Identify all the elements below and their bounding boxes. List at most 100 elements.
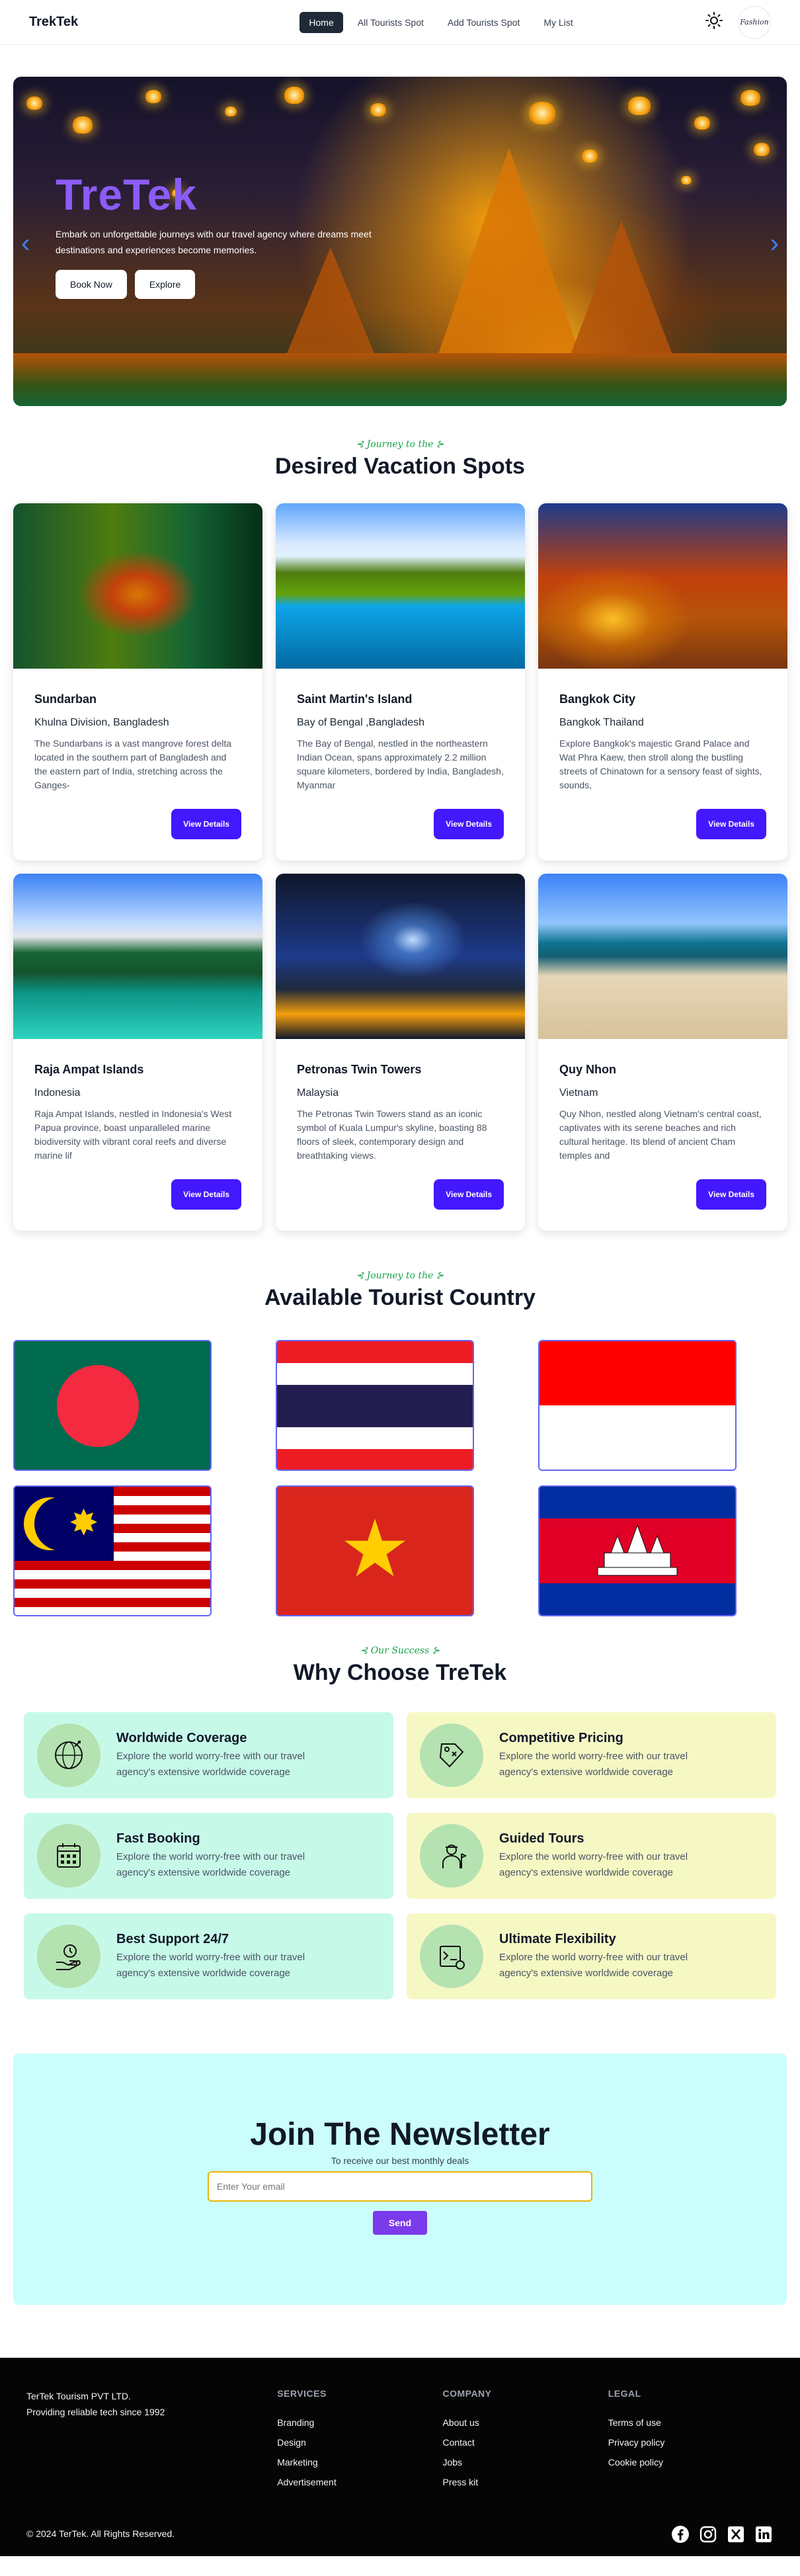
vietnam-flag[interactable]: ★	[276, 1485, 474, 1616]
bangladesh-flag[interactable]	[13, 1340, 212, 1471]
spots-subtitle: ⊰ Journey to the ⊱	[356, 439, 444, 450]
footer-link[interactable]: Jobs	[442, 2457, 608, 2468]
lantern-decoration	[681, 176, 692, 185]
calendar-icon	[37, 1824, 100, 1888]
spot-image-bangkok	[538, 503, 787, 669]
spot-location: Bay of Bengal ,Bangladesh	[297, 717, 425, 728]
spot-card: Bangkok City Bangkok Thailand Explore Ba…	[538, 503, 787, 860]
spot-location: Vietnam	[559, 1087, 598, 1099]
feature-card: Fast Booking Explore the world worry-fre…	[24, 1813, 393, 1899]
feature-text: Explore the world worry-free with our tr…	[499, 1951, 688, 1979]
feature-card: Competitive Pricing Explore the world wo…	[407, 1712, 776, 1798]
flexibility-icon	[420, 1925, 483, 1988]
thailand-flag[interactable]	[276, 1340, 474, 1471]
spot-description: Raja Ampat Islands, nestled in Indonesia…	[34, 1108, 232, 1161]
view-details-button[interactable]: View Details	[696, 809, 766, 839]
footer-link[interactable]: Privacy policy	[608, 2437, 774, 2448]
newsletter-email-input[interactable]	[208, 2171, 592, 2202]
view-details-button[interactable]: View Details	[171, 809, 241, 839]
hero-title: TreTek	[56, 170, 197, 219]
x-icon[interactable]	[726, 2524, 746, 2544]
footer-link[interactable]: Design	[277, 2437, 442, 2448]
feature-text: Explore the world worry-free with our tr…	[116, 1750, 305, 1778]
user-avatar[interactable]: Fashion	[738, 5, 771, 39]
footer-link[interactable]: About us	[442, 2417, 608, 2428]
feature-title: Worldwide Coverage	[116, 1730, 247, 1745]
footer: TerTek Tourism PVT LTD. Providing reliab…	[0, 2358, 800, 2556]
view-details-button[interactable]: View Details	[434, 1179, 504, 1210]
instagram-icon[interactable]	[698, 2524, 718, 2544]
nav-link-home[interactable]: Home	[300, 11, 343, 33]
view-details-button[interactable]: View Details	[696, 1179, 766, 1210]
footer-copyright: © 2024 TerTek. All Rights Reserved.	[26, 2528, 175, 2539]
feature-card: Ultimate Flexibility Explore the world w…	[407, 1913, 776, 1999]
facebook-icon[interactable]	[670, 2524, 690, 2544]
explore-button[interactable]: Explore	[134, 270, 196, 299]
view-details-button[interactable]: View Details	[171, 1179, 241, 1210]
footer-brand: TerTek Tourism PVT LTD. Providing reliab…	[26, 2388, 277, 2487]
malaysia-flag[interactable]: ✸	[13, 1485, 212, 1616]
countries-title: Available Tourist Country	[264, 1285, 536, 1310]
spot-location: Indonesia	[34, 1087, 81, 1099]
spot-card: Saint Martin's Island Bay of Bengal ,Ban…	[276, 503, 525, 860]
spot-image-sundarban	[13, 503, 262, 669]
spot-description: The Bay of Bengal, nestled in the northe…	[297, 738, 504, 790]
footer-link[interactable]: Contact	[442, 2437, 608, 2448]
footer-link[interactable]: Press kit	[442, 2477, 608, 2487]
spot-image-saint-martin	[276, 503, 525, 669]
spot-title: Bangkok City	[559, 692, 636, 706]
support-icon	[37, 1925, 100, 1988]
newsletter-send-button[interactable]: Send	[373, 2211, 427, 2235]
nav-link-all-spots[interactable]: All Tourists Spot	[348, 12, 433, 33]
why-subtitle: ⊰ Our Success ⊱	[360, 1645, 440, 1656]
footer-column-title: Company	[442, 2388, 492, 2399]
book-now-button[interactable]: Book Now	[56, 270, 127, 299]
social-links	[670, 2524, 774, 2544]
spot-image-raja-ampat	[13, 874, 262, 1039]
lantern-decoration	[694, 116, 710, 130]
footer-column-company: Company About us Contact Jobs Press kit	[442, 2388, 608, 2487]
spot-card: Quy Nhon Vietnam Quy Nhon, nestled along…	[538, 874, 787, 1231]
feature-text: Explore the world worry-free with our tr…	[116, 1951, 305, 1979]
view-details-button[interactable]: View Details	[434, 809, 504, 839]
footer-link[interactable]: Advertisement	[277, 2477, 442, 2487]
spot-title: Raja Ampat Islands	[34, 1063, 144, 1076]
lantern-decoration	[582, 149, 598, 163]
sun-icon[interactable]	[705, 11, 723, 33]
cambodia-flag[interactable]	[538, 1485, 737, 1616]
indonesia-flag[interactable]	[538, 1340, 737, 1471]
spot-title: Petronas Twin Towers	[297, 1063, 422, 1076]
chevron-right-icon[interactable]: ›	[770, 229, 779, 259]
newsletter-subtitle: To receive our best monthly deals	[331, 2155, 469, 2166]
temple-decoration	[569, 221, 674, 360]
spot-description: Explore Bangkok's majestic Grand Palace …	[559, 738, 762, 790]
lantern-decoration	[740, 90, 760, 106]
spot-title: Saint Martin's Island	[297, 692, 413, 706]
newsletter-title: Join The Newsletter	[250, 2117, 550, 2152]
feature-text: Explore the world worry-free with our tr…	[116, 1850, 305, 1878]
hero-ground	[13, 353, 787, 406]
feature-title: Competitive Pricing	[499, 1730, 623, 1745]
spot-description: The Sundarbans is a vast mangrove forest…	[34, 738, 232, 790]
chevron-left-icon[interactable]: ‹	[21, 229, 30, 259]
lantern-decoration	[26, 97, 42, 110]
navbar: TrekTek Home All Tourists Spot Add Touri…	[0, 0, 800, 45]
nav-link-my-list[interactable]: My List	[534, 12, 582, 33]
lantern-decoration	[73, 116, 93, 134]
feature-card: Best Support 24/7 Explore the world worr…	[24, 1913, 393, 1999]
footer-link[interactable]: Branding	[277, 2417, 442, 2428]
brand-logo[interactable]: TrekTek	[29, 15, 78, 30]
footer-tagline: Providing reliable tech since 1992	[26, 2407, 165, 2417]
features-grid: Worldwide Coverage Explore the world wor…	[0, 1712, 800, 1999]
spot-location: Khulna Division, Bangladesh	[34, 717, 169, 728]
linkedin-icon[interactable]	[754, 2524, 774, 2544]
footer-link[interactable]: Cookie policy	[608, 2457, 774, 2468]
spot-image-quy-nhon	[538, 874, 787, 1039]
feature-title: Guided Tours	[499, 1831, 584, 1846]
lantern-decoration	[754, 143, 770, 156]
footer-link[interactable]: Marketing	[277, 2457, 442, 2468]
lantern-decoration	[529, 102, 555, 124]
nav-link-add-spot[interactable]: Add Tourists Spot	[438, 12, 529, 33]
footer-link[interactable]: Terms of use	[608, 2417, 774, 2428]
hero-text: Embark on unforgettable journeys with ou…	[56, 229, 372, 255]
